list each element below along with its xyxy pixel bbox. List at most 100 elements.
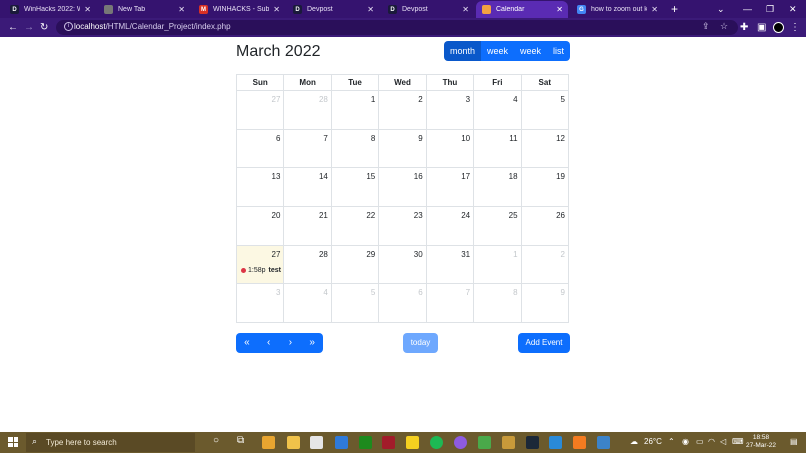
windows-start-icon[interactable] (8, 437, 18, 447)
day-cell[interactable]: 13 (235, 167, 285, 208)
xbox-icon[interactable] (359, 436, 372, 449)
day-cell[interactable]: 23 (378, 206, 427, 246)
day-cell[interactable]: 22 (330, 206, 380, 246)
day-cell[interactable]: 3 (235, 283, 285, 324)
share-icon[interactable]: ⇪ (702, 21, 710, 32)
browser-tab[interactable]: D Devpost ✕ (287, 1, 379, 18)
discord-icon[interactable] (454, 436, 467, 449)
view-week-button[interactable]: week (481, 41, 515, 61)
side-panel-icon[interactable]: ▣ (757, 21, 766, 34)
browser-tab[interactable]: Ghow to zoom out key✕ (571, 1, 663, 18)
day-number[interactable]: 8 (513, 288, 517, 297)
day-cell[interactable]: 7 (283, 128, 332, 169)
weather-icon[interactable]: ☁ (630, 437, 638, 446)
day-number[interactable]: 9 (561, 288, 565, 297)
day-number[interactable]: 20 (272, 211, 281, 220)
day-number[interactable]: 1 (371, 95, 375, 104)
battery-icon[interactable]: ▭ (696, 437, 704, 446)
day-cell[interactable]: 20 (235, 206, 285, 246)
day-cell[interactable]: 9 (378, 128, 427, 169)
day-cell[interactable]: 31 (425, 244, 475, 285)
profile-avatar[interactable] (773, 22, 784, 33)
store-icon[interactable] (310, 436, 323, 449)
day-number[interactable]: 6 (276, 134, 280, 143)
app-icon-red[interactable] (382, 436, 395, 449)
day-cell[interactable]: 4 (283, 283, 332, 324)
task-view-icon[interactable]: ⧉ (237, 435, 244, 446)
day-cell[interactable]: 28 (283, 244, 332, 285)
day-number[interactable]: 28 (319, 250, 328, 259)
tray-chevron-icon[interactable]: ⌃ (668, 437, 675, 446)
day-cell[interactable]: 8 (473, 283, 522, 324)
day-number[interactable]: 4 (323, 288, 327, 297)
ime-icon[interactable]: ⌨ (732, 437, 744, 446)
day-number[interactable]: 26 (556, 211, 565, 220)
day-number[interactable]: 2 (561, 250, 565, 259)
extensions-icon[interactable]: ✚ (740, 21, 748, 34)
browser-tab[interactable]: Calendar ✕ (476, 1, 568, 18)
day-cell[interactable]: 21 (283, 206, 332, 246)
day-cell[interactable]: 2 (378, 90, 427, 130)
day-cell[interactable]: 15 (330, 167, 380, 208)
day-cell[interactable]: 9 (520, 283, 570, 324)
day-number[interactable]: 12 (556, 134, 565, 143)
last-page-button[interactable]: » (301, 333, 323, 353)
minimize-icon[interactable]: — (743, 1, 752, 17)
day-number[interactable]: 27 (272, 250, 281, 259)
address-bar[interactable]: i localhost/HTML/Calendar_Project/index.… (56, 20, 738, 35)
back-icon[interactable]: ← (8, 18, 18, 37)
tab-close-icon[interactable]: ✕ (84, 5, 91, 14)
tab-close-icon[interactable]: ✕ (273, 5, 280, 14)
day-number[interactable]: 18 (509, 172, 518, 181)
taskbar-clock[interactable]: 18:58 27-Mar-22 (746, 434, 776, 450)
wifi-icon[interactable]: ◠ (708, 437, 715, 446)
day-number[interactable]: 7 (466, 288, 470, 297)
steam-icon[interactable] (526, 436, 539, 449)
network-icon[interactable]: ◉ (682, 437, 689, 446)
taskbar-search-box[interactable]: ⌕ Type here to search (26, 433, 195, 452)
day-number[interactable]: 4 (513, 95, 517, 104)
tab-close-icon[interactable]: ✕ (556, 5, 563, 14)
cortana-icon[interactable]: ○ (213, 435, 219, 446)
app-icon-gold[interactable] (502, 436, 515, 449)
volume-icon[interactable]: ◁ (720, 437, 726, 446)
day-cell[interactable]: 24 (425, 206, 475, 246)
close-window-icon[interactable]: ✕ (789, 1, 797, 17)
day-cell[interactable]: 10 (425, 128, 475, 169)
tab-search-icon[interactable]: ⌄ (717, 1, 725, 17)
browser-tab[interactable]: New Tab ✕ (98, 1, 190, 18)
day-cell[interactable]: 1 (330, 90, 380, 130)
day-number[interactable]: 25 (509, 211, 518, 220)
site-info-icon[interactable]: i (64, 22, 73, 31)
day-number[interactable]: 27 (272, 95, 281, 104)
weather-temp[interactable]: 26°C (644, 437, 662, 446)
bookmark-star-icon[interactable]: ☆ (720, 21, 728, 32)
day-number[interactable]: 21 (319, 211, 328, 220)
day-cell[interactable]: 29 (330, 244, 380, 285)
day-number[interactable]: 19 (556, 172, 565, 181)
day-number[interactable]: 28 (319, 95, 328, 104)
restore-icon[interactable]: ❐ (766, 1, 774, 17)
day-number[interactable]: 23 (414, 211, 423, 220)
browser-tab[interactable]: M WINHACKS - Submit✕ (193, 1, 285, 18)
menu-icon[interactable]: ⋮ (790, 21, 800, 34)
day-number[interactable]: 15 (366, 172, 375, 181)
day-number[interactable]: 7 (323, 134, 327, 143)
day-number[interactable]: 24 (461, 211, 470, 220)
browser-tab[interactable]: D WinHacks 2022: Win✕ (4, 1, 96, 18)
calendar-event[interactable]: 1:58p test (241, 267, 281, 274)
day-cell[interactable]: 3 (425, 90, 475, 130)
photos-icon[interactable] (597, 436, 610, 449)
new-tab-button[interactable]: + (671, 1, 678, 17)
day-cell[interactable]: 27 (235, 90, 285, 130)
prev-month-button[interactable]: ‹ (258, 333, 280, 353)
day-number[interactable]: 13 (272, 172, 281, 181)
day-number[interactable]: 11 (509, 134, 517, 143)
forward-icon[interactable]: → (24, 18, 34, 37)
day-cell[interactable]: 18 (473, 167, 522, 208)
day-cell[interactable]: 12 (520, 128, 570, 169)
xampp-icon[interactable] (573, 436, 586, 449)
vscode-icon[interactable] (549, 436, 562, 449)
app-icon-green[interactable] (478, 436, 491, 449)
day-number[interactable]: 17 (461, 172, 470, 181)
